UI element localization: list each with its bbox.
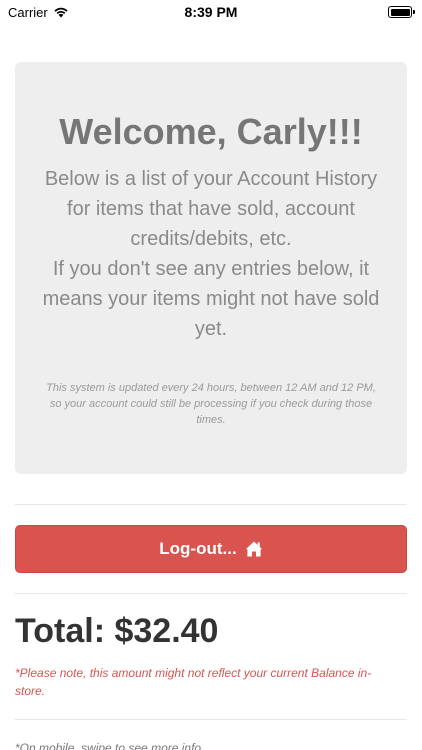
divider-top: [15, 504, 407, 505]
total-note: *Please note, this amount might not refl…: [15, 666, 372, 698]
carrier-label: Carrier: [8, 4, 48, 20]
welcome-panel: Welcome, Carly!!! Below is a list of you…: [15, 62, 407, 474]
status-bar: Carrier 8:39 PM: [0, 0, 422, 24]
welcome-body-line2: If you don't see any entries below, it m…: [42, 258, 380, 340]
welcome-title: Welcome, Carly!!!: [59, 111, 363, 152]
status-left: Carrier: [8, 5, 69, 20]
screen: Carrier 8:39 PM Welcome, Carly!!! Below …: [0, 0, 422, 750]
divider-middle: [15, 593, 407, 594]
update-note: This system is updated every 24 hours, b…: [46, 382, 376, 426]
total-amount: Total: $32.40: [15, 612, 219, 650]
home-icon: [245, 541, 262, 557]
swipe-note: *On mobile, swipe to see more info: [15, 741, 202, 750]
wifi-icon: [54, 7, 68, 18]
divider-bottom: [15, 719, 407, 720]
logout-button[interactable]: Log-out...: [15, 525, 407, 573]
welcome-body-line1: Below is a list of your Account History …: [44, 168, 378, 250]
battery-fill: [390, 8, 410, 16]
battery-icon: [388, 6, 415, 18]
logout-label: Log-out...: [159, 539, 237, 558]
